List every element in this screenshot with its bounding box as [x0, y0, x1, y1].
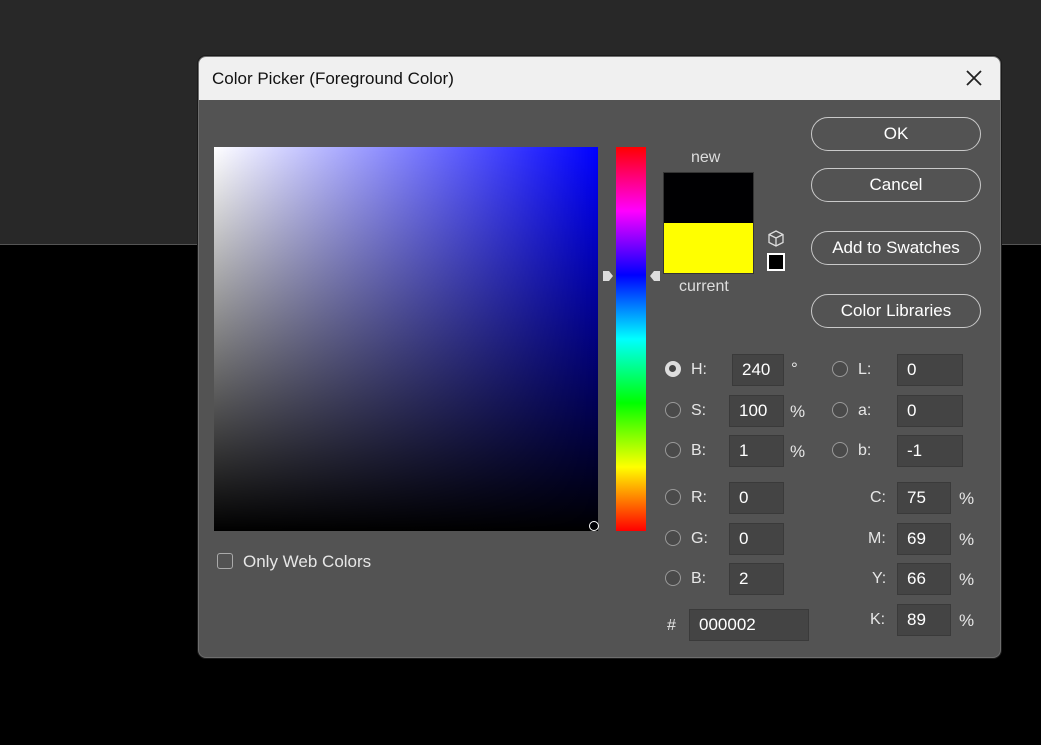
only-web-colors-label[interactable]: Only Web Colors [243, 552, 371, 572]
brightness-unit: % [790, 442, 806, 461]
lab-l-label: L: [858, 361, 872, 378]
red-radio[interactable] [665, 489, 681, 505]
green-radio[interactable] [665, 530, 681, 546]
black-unit: % [959, 611, 975, 630]
add-to-swatches-button[interactable]: Add to Swatches [811, 231, 981, 265]
hue-label: H: [691, 361, 707, 378]
current-color-label: current [679, 278, 729, 295]
blue-radio[interactable] [665, 570, 681, 586]
hue-input[interactable]: 240 [732, 354, 784, 386]
cyan-unit: % [959, 489, 975, 508]
hue-slider-left-arrow-icon[interactable] [602, 269, 614, 281]
magenta-label: M: [868, 530, 886, 547]
saturation-input[interactable]: 100 [729, 395, 784, 427]
dialog-titlebar: Color Picker (Foreground Color) [199, 57, 1000, 100]
black-label: K: [870, 611, 886, 628]
hue-radio[interactable] [665, 361, 681, 377]
blue-label: B: [691, 570, 707, 587]
lab-l-input[interactable]: 0 [897, 354, 963, 386]
green-input[interactable]: 0 [729, 523, 784, 555]
new-color-label: new [691, 149, 721, 166]
lab-b-label: b: [858, 442, 872, 459]
cyan-label: C: [870, 489, 886, 506]
color-picker-dialog: Color Picker (Foreground Color) new curr… [198, 56, 1001, 658]
only-web-colors-checkbox[interactable] [217, 553, 233, 569]
lab-a-input[interactable]: 0 [897, 395, 963, 427]
new-color-swatch [663, 172, 754, 224]
web-safe-color-swatch[interactable] [767, 253, 785, 271]
hex-label: # [667, 617, 676, 634]
cancel-button[interactable]: Cancel [811, 168, 981, 202]
close-icon[interactable] [962, 66, 986, 90]
brightness-radio[interactable] [665, 442, 681, 458]
lab-b-input[interactable]: -1 [897, 435, 963, 467]
current-color-swatch[interactable] [663, 223, 754, 274]
brightness-label: B: [691, 442, 707, 459]
magenta-unit: % [959, 530, 975, 549]
lab-a-radio[interactable] [832, 402, 848, 418]
color-libraries-button[interactable]: Color Libraries [811, 294, 981, 328]
color-field-cursor[interactable] [589, 521, 599, 531]
hex-input[interactable]: 000002 [689, 609, 809, 641]
hue-unit: ° [791, 359, 798, 378]
lab-a-label: a: [858, 402, 872, 419]
blue-input[interactable]: 2 [729, 563, 784, 595]
yellow-unit: % [959, 570, 975, 589]
red-input[interactable]: 0 [729, 482, 784, 514]
hue-slider-right-arrow-icon[interactable] [649, 269, 661, 281]
saturation-unit: % [790, 402, 806, 421]
ok-button[interactable]: OK [811, 117, 981, 151]
green-label: G: [691, 530, 708, 547]
cube-icon[interactable] [766, 229, 786, 249]
brightness-input[interactable]: 1 [729, 435, 784, 467]
cyan-input[interactable]: 75 [897, 482, 951, 514]
yellow-input[interactable]: 66 [897, 563, 951, 595]
saturation-brightness-field[interactable] [214, 147, 598, 531]
dialog-title: Color Picker (Foreground Color) [212, 69, 454, 88]
saturation-radio[interactable] [665, 402, 681, 418]
lab-b-radio[interactable] [832, 442, 848, 458]
red-label: R: [691, 489, 707, 506]
magenta-input[interactable]: 69 [897, 523, 951, 555]
yellow-label: Y: [872, 570, 887, 587]
hue-slider[interactable] [616, 147, 646, 531]
black-input[interactable]: 89 [897, 604, 951, 636]
saturation-label: S: [691, 402, 707, 419]
lab-l-radio[interactable] [832, 361, 848, 377]
